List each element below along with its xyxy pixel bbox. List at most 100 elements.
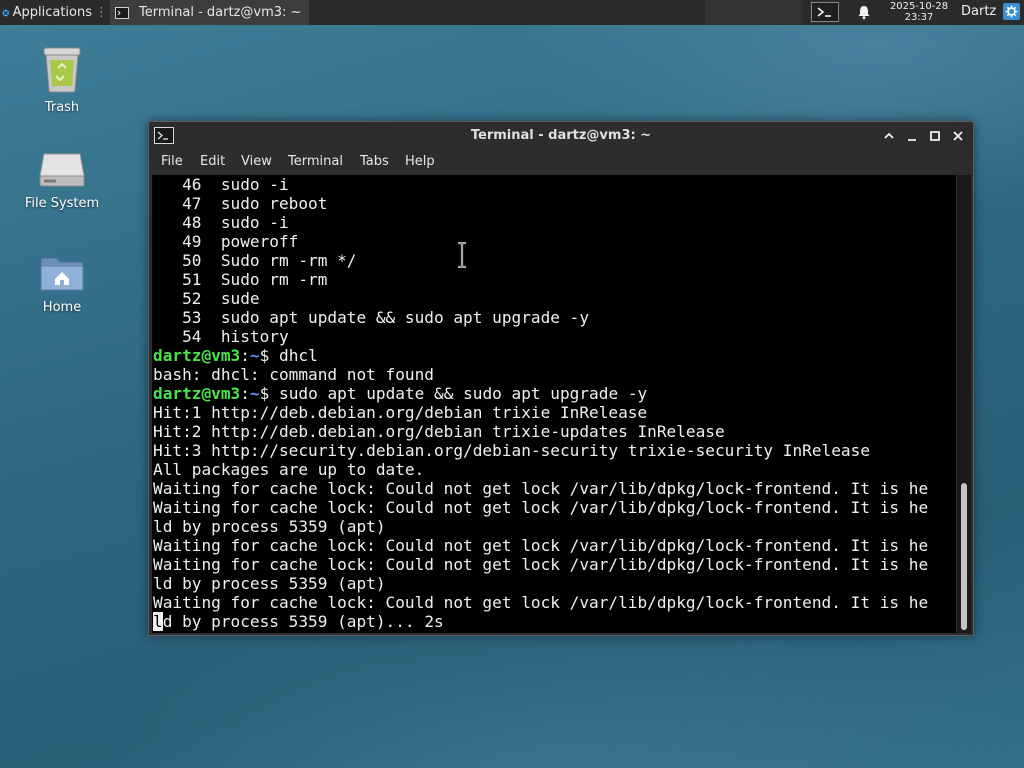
terminal-line: 53 sudo apt update && sudo apt upgrade -… xyxy=(153,308,928,327)
terminal-line-text: 49 poweroff xyxy=(153,232,299,251)
chevron-up-icon xyxy=(884,132,894,139)
terminal-line-text: 51 Sudo rm -rm xyxy=(153,270,328,289)
terminal-line: 47 sudo reboot xyxy=(153,194,928,213)
terminal-line-text: All packages are up to date. xyxy=(153,460,425,479)
terminal-line-text: Waiting for cache lock: Could not get lo… xyxy=(153,555,929,574)
terminal-line: 51 Sudo rm -rm xyxy=(153,270,928,289)
terminal-line: Hit:3 http://security.debian.org/debian-… xyxy=(153,441,928,460)
terminal-line: All packages are up to date. xyxy=(153,460,928,479)
terminal-line-text: Hit:1 http://deb.debian.org/debian trixi… xyxy=(153,403,648,422)
terminal-line: Waiting for cache lock: Could not get lo… xyxy=(153,536,928,555)
terminal-line-text: Waiting for cache lock: Could not get lo… xyxy=(153,593,929,612)
taskbar-terminal-label: Terminal - dartz@vm3: ~ xyxy=(139,5,302,20)
terminal-line: ld by process 5359 (apt) xyxy=(153,517,928,536)
terminal-line: Hit:2 http://deb.debian.org/debian trixi… xyxy=(153,422,928,441)
terminal-line: Hit:1 http://deb.debian.org/debian trixi… xyxy=(153,403,928,422)
terminal-line-text: Waiting for cache lock: Could not get lo… xyxy=(153,479,929,498)
terminal-line-text: 53 sudo apt update && sudo apt upgrade -… xyxy=(153,308,590,327)
notification-bell-icon[interactable] xyxy=(856,4,872,20)
terminal-line-text: Hit:2 http://deb.debian.org/debian trixi… xyxy=(153,422,725,441)
terminal-line-text: 52 sude xyxy=(153,289,260,308)
drive-icon xyxy=(39,153,85,187)
terminal-text: 46 sudo -i 47 sudo reboot 48 sudo -i 49 … xyxy=(153,175,928,631)
menu-help[interactable]: Help xyxy=(405,154,435,169)
terminal-line-text: 47 sudo reboot xyxy=(153,194,328,213)
maximize-button[interactable] xyxy=(927,128,943,144)
clock-time: 23:37 xyxy=(904,12,934,23)
prompt-path: ~ xyxy=(249,384,260,403)
desktop-home[interactable]: Home xyxy=(12,252,112,315)
scrollbar-thumb[interactable] xyxy=(961,483,967,630)
terminal-line: ld by process 5359 (apt) xyxy=(153,574,928,593)
terminal-output[interactable]: 46 sudo -i 47 sudo reboot 48 sudo -i 49 … xyxy=(152,175,956,633)
terminal-line-text: ld by process 5359 (apt) xyxy=(153,517,386,536)
terminal-line: Waiting for cache lock: Could not get lo… xyxy=(153,498,928,517)
maximize-icon xyxy=(930,131,940,141)
terminal-line-text: 50 Sudo rm -rm */ xyxy=(153,251,357,270)
prompt-command: $ sudo apt update && sudo apt upgrade -y xyxy=(259,384,648,403)
terminal-line: dartz@vm3:~$ sudo apt update && sudo apt… xyxy=(153,384,928,403)
minimize-button[interactable] xyxy=(904,128,920,144)
terminal-line: Waiting for cache lock: Could not get lo… xyxy=(153,479,928,498)
terminal-line-text: bash: dhcl: command not found xyxy=(153,365,434,384)
menu-terminal[interactable]: Terminal xyxy=(288,154,343,169)
trash-icon xyxy=(43,47,81,93)
user-menu-label[interactable]: Dartz xyxy=(961,4,996,19)
desktop-icon-label: Home xyxy=(42,300,82,315)
home-folder-icon xyxy=(40,257,84,291)
panel-spacer xyxy=(705,0,803,25)
close-button[interactable] xyxy=(950,128,966,144)
prompt-command: $ dhcl xyxy=(259,346,318,365)
terminal-line-text: ld by process 5359 (apt) xyxy=(153,574,386,593)
prompt-user: dartz@vm3 xyxy=(153,346,241,365)
terminal-line-text: Waiting for cache lock: Could not get lo… xyxy=(153,498,929,517)
terminal-line: 54 history xyxy=(153,327,928,346)
terminal-line-text: d by process 5359 (apt)... 2s xyxy=(162,612,444,631)
terminal-line: ld by process 5359 (apt)... 2s xyxy=(153,612,928,631)
panel-clock[interactable]: 2025-10-28 23:37 xyxy=(882,1,956,24)
terminal-line: bash: dhcl: command not found xyxy=(153,365,928,384)
terminal-line: 46 sudo -i xyxy=(153,175,928,194)
gear-icon xyxy=(1005,5,1018,18)
desktop-filesystem[interactable]: File System xyxy=(12,150,112,211)
minimize-icon xyxy=(908,139,916,141)
desktop-icon-label: Trash xyxy=(44,100,80,115)
window-menubar: File Edit View Terminal Tabs Help xyxy=(149,150,973,174)
prompt-colon: : xyxy=(240,346,250,365)
menu-file[interactable]: File xyxy=(161,154,183,169)
terminal-line-text: 48 sudo -i xyxy=(153,213,289,232)
terminal-line: 52 sude xyxy=(153,289,928,308)
text-cursor: l xyxy=(153,612,163,631)
terminal-line: Waiting for cache lock: Could not get lo… xyxy=(153,555,928,574)
terminal-line-text: 54 history xyxy=(153,327,289,346)
desktop-icon-label: File System xyxy=(24,196,100,211)
prompt-colon: : xyxy=(240,384,250,403)
menu-view[interactable]: View xyxy=(241,154,272,169)
taskbar-terminal-button[interactable]: Terminal - dartz@vm3: ~ xyxy=(110,0,309,25)
settings-gear-icon[interactable] xyxy=(1003,3,1020,20)
terminal-window: Terminal - dartz@vm3: ~ File Edit View T… xyxy=(148,121,974,636)
terminal-line: 49 poweroff xyxy=(153,232,928,251)
panel-separator-icon: ⋮ xyxy=(95,5,108,20)
close-icon xyxy=(953,131,963,141)
desktop-trash[interactable]: Trash xyxy=(12,44,112,115)
terminal-line-text: 46 sudo -i xyxy=(153,175,289,194)
terminal-icon xyxy=(115,6,129,19)
terminal-line: 48 sudo -i xyxy=(153,213,928,232)
prompt-user: dartz@vm3 xyxy=(153,384,241,403)
menu-tabs[interactable]: Tabs xyxy=(360,154,389,169)
applications-label: Applications xyxy=(12,5,92,20)
terminal-scrollbar[interactable] xyxy=(957,175,971,633)
top-panel: Applications ⋮ Terminal - dartz@vm3: ~ 2… xyxy=(0,0,1024,25)
shade-button[interactable] xyxy=(881,128,897,144)
menu-edit[interactable]: Edit xyxy=(200,154,225,169)
window-titlebar[interactable]: Terminal - dartz@vm3: ~ xyxy=(149,122,973,150)
terminal-line-text: Waiting for cache lock: Could not get lo… xyxy=(153,536,929,555)
clock-date: 2025-10-28 xyxy=(889,1,949,12)
terminal-prompt-icon xyxy=(817,7,831,17)
xfce-logo-icon xyxy=(2,9,10,16)
tray-terminal-icon[interactable] xyxy=(811,2,839,22)
terminal-line-text: Hit:3 http://security.debian.org/debian-… xyxy=(153,441,871,460)
terminal-line: dartz@vm3:~$ dhcl xyxy=(153,346,928,365)
applications-menu-button[interactable]: Applications ⋮ xyxy=(0,0,108,25)
